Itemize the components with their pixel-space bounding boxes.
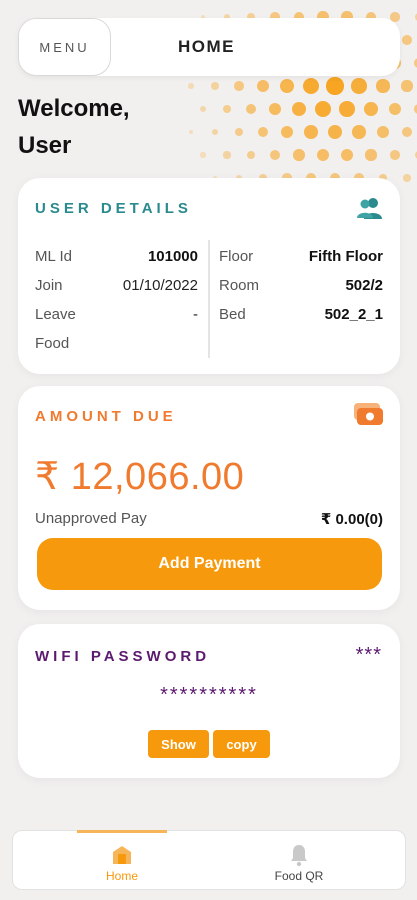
show-password-button[interactable]: Show	[148, 730, 209, 758]
welcome-message: Welcome, User	[18, 90, 218, 164]
room-value: 502/2	[345, 276, 383, 294]
decorative-dot	[280, 125, 294, 139]
decorative-dot	[364, 102, 378, 116]
decorative-dot	[401, 126, 413, 138]
room-label: Room	[219, 276, 260, 294]
add-payment-button[interactable]: Add Payment	[37, 538, 382, 590]
decorative-dot	[222, 104, 232, 114]
unapproved-pay-label: Unapproved Pay	[35, 510, 147, 527]
decorative-dot	[376, 79, 390, 93]
column-divider	[208, 240, 210, 358]
decorative-dot	[223, 151, 231, 159]
unapproved-pay-value: ₹ 0.00(0)	[320, 511, 383, 528]
wifi-indicator: ***	[355, 644, 382, 666]
user-details-title: USER DETAILS	[35, 200, 192, 217]
decorative-dot	[304, 125, 318, 139]
page-title: HOME	[178, 37, 235, 56]
amount-due-card: AMOUNT DUE ₹ 12,066.00 Unapproved Pay ₹ …	[18, 386, 400, 610]
decorative-dot	[279, 78, 295, 94]
decorative-dot	[389, 103, 401, 115]
bell-icon	[291, 845, 307, 867]
decorative-dot	[257, 126, 269, 138]
ml-id-value: 101000	[147, 247, 198, 265]
decorative-dot	[327, 124, 343, 140]
amount-due-title: AMOUNT DUE	[35, 408, 177, 425]
decorative-dot	[293, 149, 305, 161]
wifi-password-card: WIFI PASSWORD *** ********** Show copy	[18, 624, 400, 778]
decorative-dot	[351, 78, 367, 94]
decorative-dot	[402, 35, 412, 45]
decorative-dot	[234, 81, 244, 91]
decorative-dot	[377, 126, 389, 138]
bed-label: Bed	[219, 305, 246, 323]
nav-item-food-qr[interactable]: Food QR	[254, 831, 344, 891]
top-header: MENU HOME	[18, 18, 400, 76]
decorative-dot	[316, 148, 330, 162]
active-tab-indicator	[77, 830, 167, 833]
floor-label: Floor	[219, 247, 254, 265]
bottom-navigation: Home Food QR	[12, 830, 406, 890]
nav-label-food-qr: Food QR	[274, 869, 324, 883]
decorative-dot	[339, 101, 355, 117]
wifi-password-masked: **********	[160, 684, 258, 706]
wifi-password-title: WIFI PASSWORD	[35, 648, 211, 665]
decorative-dot	[341, 149, 353, 161]
decorative-dot	[211, 82, 219, 90]
decorative-dot	[302, 77, 320, 95]
decorative-dot	[401, 80, 413, 92]
food-label: Food	[35, 334, 70, 352]
user-name: User	[18, 132, 72, 159]
ml-id-label: ML Id	[35, 247, 72, 265]
money-icon	[354, 403, 383, 425]
decorative-dot	[365, 149, 377, 161]
join-value: 01/10/2022	[122, 276, 198, 294]
decorative-dot	[257, 80, 269, 92]
amount-due-value: ₹ 12,066.00	[35, 456, 245, 498]
decorative-dot	[403, 174, 411, 182]
decorative-dot	[245, 103, 257, 115]
decorative-dot	[268, 102, 282, 116]
nav-label-home: Home	[105, 869, 138, 883]
leave-value: -	[193, 305, 198, 323]
leave-label: Leave	[35, 305, 76, 323]
copy-password-button[interactable]: copy	[213, 730, 270, 758]
decorative-dot	[188, 83, 194, 89]
users-icon	[357, 198, 382, 219]
menu-button[interactable]: MENU	[18, 18, 111, 76]
decorative-dot	[269, 149, 281, 161]
decorative-dot	[314, 100, 332, 118]
decorative-dot	[291, 101, 307, 117]
decorative-dot	[246, 150, 256, 160]
floor-value: Fifth Floor	[308, 247, 383, 265]
welcome-line: Welcome,	[18, 95, 130, 122]
join-label: Join	[35, 276, 63, 294]
decorative-dot	[352, 125, 366, 139]
nav-item-home[interactable]: Home	[77, 830, 167, 891]
bed-value: 502_2_1	[324, 305, 383, 323]
user-details-card: USER DETAILS ML Id 101000 Join 01/10/202…	[18, 178, 400, 374]
home-icon	[113, 846, 131, 864]
decorative-dot	[234, 127, 244, 137]
decorative-dot	[326, 77, 344, 95]
decorative-dot	[390, 150, 400, 160]
